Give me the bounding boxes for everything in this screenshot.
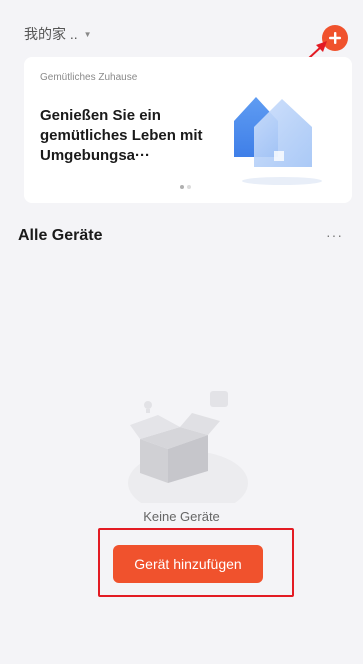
- home-switcher[interactable]: 我的家 .. ▼: [24, 24, 92, 44]
- more-options-button[interactable]: ···: [326, 227, 343, 243]
- banner-title: Genießen Sie ein gemütliches Leben mit U…: [40, 107, 203, 164]
- home-name: 我的家 ..: [24, 26, 78, 42]
- pager-dot: [187, 185, 191, 189]
- pager-dot: [180, 185, 184, 189]
- banner-subtitle: Gemütliches Zuhause: [40, 72, 138, 83]
- section-title: Alle Geräte: [18, 227, 103, 244]
- home-screen: 我的家 .. ▼ Gemütliches Zuhause Genießen Si…: [0, 0, 363, 664]
- house-icon: [234, 97, 322, 185]
- caret-down-icon: ▼: [83, 29, 92, 39]
- banner-pager: [180, 185, 191, 189]
- annotation-highlight-box: [98, 528, 294, 597]
- empty-state-message: Keine Geräte: [143, 509, 220, 524]
- promo-banner[interactable]: Gemütliches Zuhause Genießen Sie ein gem…: [24, 57, 352, 203]
- empty-box-icon: [128, 391, 248, 503]
